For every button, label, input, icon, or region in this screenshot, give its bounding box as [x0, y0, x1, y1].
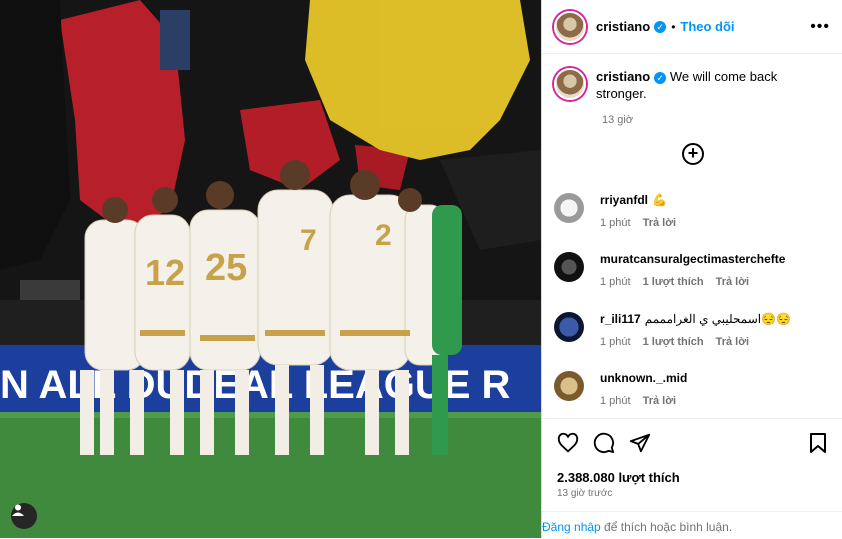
commenter-avatar[interactable]: [554, 193, 584, 223]
comment-time: 1 phút: [600, 336, 631, 348]
commenter-username[interactable]: muratcansuralgectimasterchefte: [600, 252, 785, 266]
reply-button[interactable]: Trả lời: [643, 217, 677, 229]
tagged-users-icon[interactable]: [11, 503, 37, 529]
post-header: cristiano ✓ • Theo dõi •••: [542, 0, 842, 54]
comment-like-count[interactable]: 1 lượt thích: [643, 336, 704, 348]
commenter-username[interactable]: rriyanfdl: [600, 193, 648, 207]
caption-text-wrap: cristiano ✓ We will come back stronger.: [596, 68, 816, 102]
caption-author-avatar[interactable]: [554, 68, 586, 100]
author-avatar[interactable]: [554, 10, 586, 43]
commenter-username[interactable]: r_ili117: [600, 312, 641, 326]
load-more-comments-icon[interactable]: +: [682, 143, 704, 165]
comment-text: 💪: [652, 193, 667, 207]
follow-button[interactable]: Theo dõi: [680, 19, 734, 34]
comment-text: اسمحليبي ي الغرامممم😔😔: [644, 312, 791, 326]
post-timestamp: 13 giờ trước: [557, 488, 613, 499]
like-count[interactable]: 2.388.080 lượt thích: [557, 470, 680, 485]
caption-author[interactable]: cristiano: [596, 69, 650, 84]
jersey-number-25: 25: [205, 247, 247, 289]
comment-like-count[interactable]: 1 lượt thích: [643, 276, 704, 288]
comment-time: 1 phút: [600, 395, 631, 407]
like-heart-icon[interactable]: [557, 432, 579, 454]
post-actions: 2.388.080 lượt thích 13 giờ trước Đăng n…: [542, 418, 842, 539]
login-prompt-text: để thích hoặc bình luận.: [600, 520, 733, 534]
caption-block: cristiano ✓ We will come back stronger.: [542, 54, 842, 102]
post-image[interactable]: N ALL DUDEAL LEAGUE R 12 25 7 2: [0, 0, 541, 538]
reply-button[interactable]: Trả lời: [716, 276, 750, 288]
comment-time: 1 phút: [600, 217, 631, 229]
commenter-avatar[interactable]: [554, 312, 584, 342]
comment-time: 1 phút: [600, 276, 631, 288]
commenter-username[interactable]: unknown._.mid: [600, 371, 687, 385]
caption-timestamp: 13 giờ: [602, 114, 634, 126]
commenter-avatar[interactable]: [554, 371, 584, 401]
comment-item: muratcansuralgectimasterchefte 1 phút 1 l…: [554, 252, 834, 288]
jersey-number-2: 2: [375, 219, 392, 252]
login-prompt: Đăng nhập để thích hoặc bình luận.: [542, 511, 842, 534]
comment-item: r_ili117 اسمحليبي ي الغرامممم😔😔 1 phút 1 l…: [554, 312, 834, 348]
share-icon[interactable]: [629, 432, 651, 454]
author-username[interactable]: cristiano: [596, 19, 650, 34]
more-options-icon[interactable]: •••: [810, 18, 830, 36]
reply-button[interactable]: Trả lời: [716, 336, 750, 348]
caption-verified-icon: ✓: [654, 72, 667, 84]
jersey-number-12: 12: [145, 252, 185, 293]
login-link[interactable]: Đăng nhập: [542, 520, 601, 534]
commenter-avatar[interactable]: [554, 252, 584, 282]
post-side-panel: cristiano ✓ • Theo dõi ••• cristiano ✓ We…: [541, 0, 842, 538]
stadium-scene: N ALL DUDEAL LEAGUE R 12 25 7 2: [0, 0, 541, 538]
comment-item: unknown._.mid 1 phút Trả lời: [554, 371, 834, 407]
post-dialog: N ALL DUDEAL LEAGUE R 12 25 7 2 cristian…: [0, 0, 842, 538]
separator-dot: •: [671, 19, 676, 34]
jersey-number-7: 7: [300, 224, 317, 257]
reply-button[interactable]: Trả lời: [643, 395, 677, 407]
comment-item: rriyanfdl 💪 1 phút Trả lời: [554, 193, 834, 229]
verified-badge-icon: ✓: [654, 20, 667, 33]
comment-icon[interactable]: [593, 432, 615, 454]
bookmark-icon[interactable]: [808, 432, 828, 454]
